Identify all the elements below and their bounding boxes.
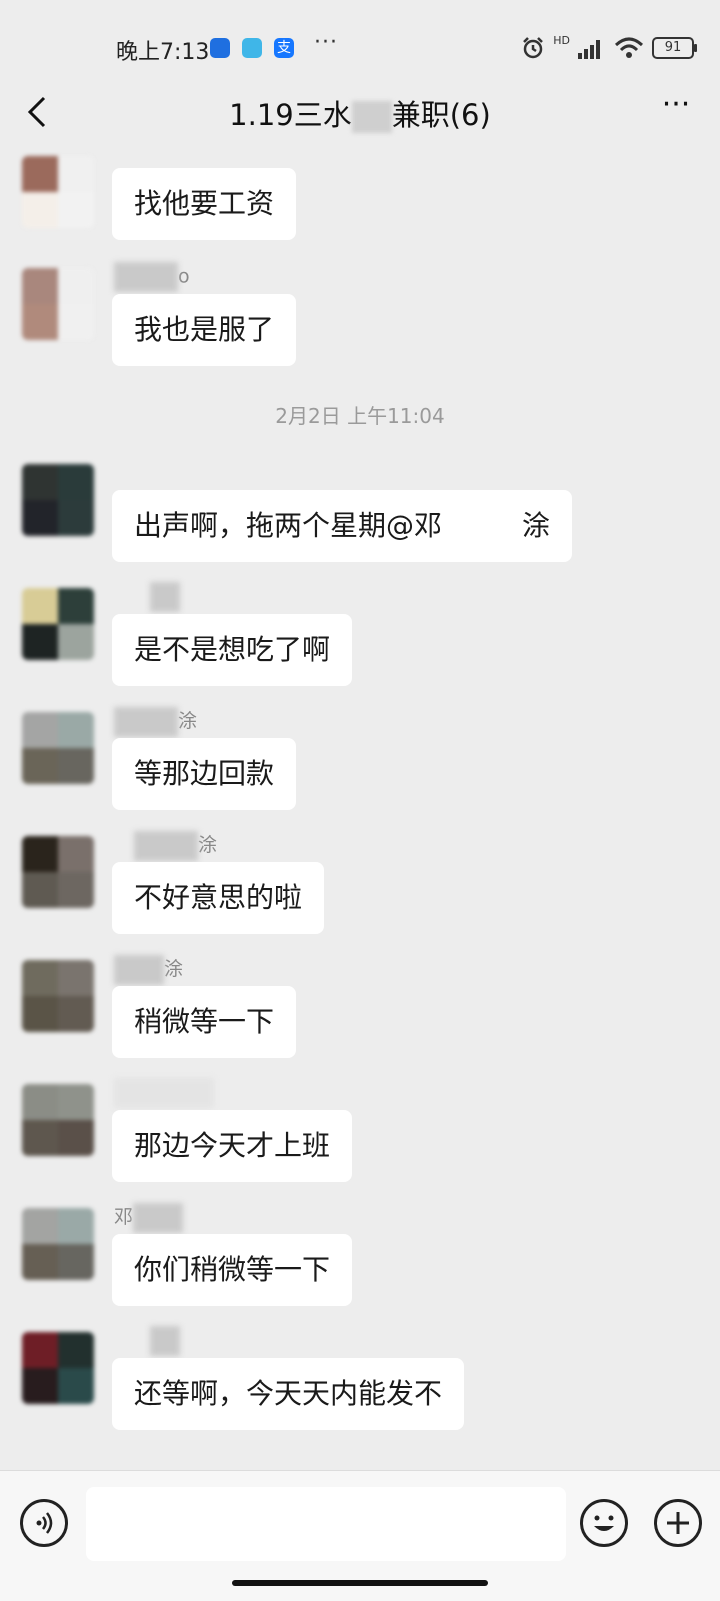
sender-name: 涂: [114, 706, 197, 737]
home-indicator[interactable]: [232, 1580, 488, 1586]
message-item: 邓 你们稍微等一下: [0, 1198, 720, 1322]
plus-icon: [667, 1512, 689, 1534]
message-item: 还等啊，今天天内能发不: [0, 1322, 720, 1446]
sender-name: o: [114, 262, 190, 292]
message-item: 是不是想吃了啊: [0, 578, 720, 702]
avatar[interactable]: [22, 712, 94, 784]
wifi-icon: [614, 37, 644, 58]
message-bubble[interactable]: 等那边回款: [112, 738, 297, 810]
message-bubble[interactable]: 出声啊，拖两个星期@邓涂: [112, 490, 573, 562]
status-indicators: HD 91: [521, 33, 697, 61]
hd-label: HD: [553, 33, 570, 47]
message-bubble[interactable]: 找他要工资: [112, 168, 297, 240]
alarm-icon: [523, 37, 544, 59]
message-bubble[interactable]: 那边今天才上班: [112, 1110, 353, 1182]
voice-input-button[interactable]: [20, 1499, 68, 1547]
message-bubble[interactable]: 我也是服了: [112, 294, 297, 366]
message-bubble[interactable]: 是不是想吃了啊: [112, 614, 353, 686]
avatar[interactable]: [22, 268, 94, 340]
message-bubble[interactable]: 不好意思的啦: [112, 862, 325, 934]
avatar[interactable]: [22, 588, 94, 660]
message-item: 找他要工资: [0, 148, 720, 272]
sender-name: 涂: [114, 954, 183, 985]
avatar[interactable]: [22, 1208, 94, 1280]
status-time: 晚上7:13: [116, 40, 210, 65]
sender-name: [114, 582, 180, 612]
smiley-icon: [594, 1515, 614, 1531]
game-app-icon: [242, 38, 262, 58]
sender-name: [114, 1078, 214, 1108]
message-item: 那边今天才上班: [0, 1074, 720, 1198]
message-item: 涂 不好意思的啦: [0, 826, 720, 950]
timestamp-divider: 2月2日 上午11:04: [275, 404, 445, 428]
emoji-button[interactable]: [580, 1499, 628, 1547]
more-options-button[interactable]: ···: [654, 90, 698, 126]
voice-icon: [36, 1512, 53, 1534]
avatar[interactable]: [22, 464, 94, 536]
sender-name: 邓: [114, 1202, 184, 1233]
message-bubble[interactable]: 稍微等一下: [112, 986, 297, 1058]
avatar[interactable]: [22, 156, 94, 228]
message-item: 出声啊，拖两个星期@邓涂: [0, 454, 720, 578]
more-functions-button[interactable]: [654, 1499, 702, 1547]
avatar[interactable]: [22, 960, 94, 1032]
message-bubble[interactable]: 还等啊，今天天内能发不: [112, 1358, 465, 1430]
message-item: o 我也是服了: [0, 258, 720, 382]
avatar[interactable]: [22, 836, 94, 908]
sender-name: [114, 1326, 180, 1356]
alipay-icon: 支: [274, 38, 294, 58]
message-input[interactable]: [86, 1487, 566, 1561]
sender-name: 涂: [114, 830, 217, 861]
signal-icon: [578, 40, 600, 59]
message-list: 找他要工资 o 我也是服了 2月2日 上午11:04 出声啊，拖两个星期@邓涂 …: [0, 148, 720, 1470]
message-item: 涂 稍微等一下: [0, 950, 720, 1074]
more-notifications-icon: ···: [314, 30, 338, 55]
avatar[interactable]: [22, 1084, 94, 1156]
redacted-title-part: [351, 101, 392, 133]
message-bubble[interactable]: 你们稍微等一下: [112, 1234, 353, 1306]
chat-title: 1.19三水 兼职(6): [229, 98, 491, 133]
battery-indicator: 91: [652, 37, 697, 59]
avatar[interactable]: [22, 1332, 94, 1404]
chat-header: 1.19三水 兼职(6) ···: [0, 76, 720, 148]
bot-app-icon: [210, 38, 230, 58]
message-item: 涂 等那边回款: [0, 702, 720, 826]
